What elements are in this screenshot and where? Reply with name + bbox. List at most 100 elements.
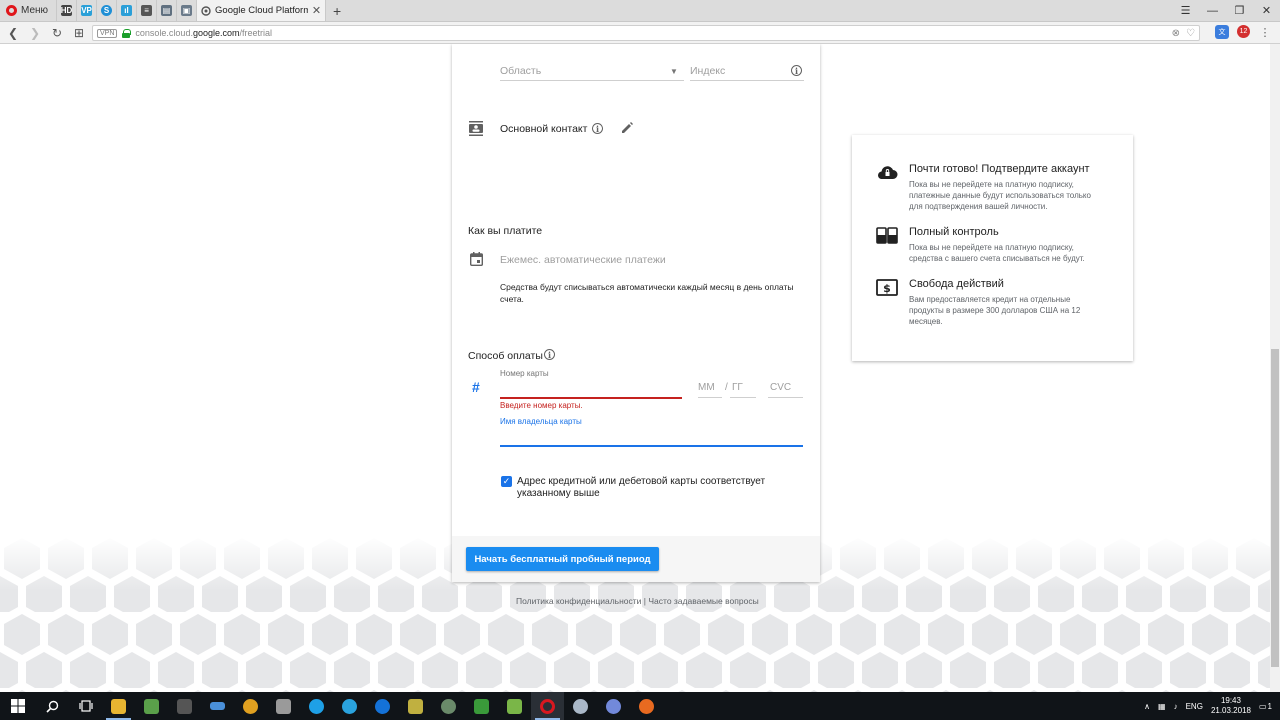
region-select[interactable]: Область	[500, 65, 541, 77]
minimize-icon[interactable]: —	[1199, 0, 1226, 21]
zip-info-icon[interactable]: i	[791, 65, 802, 76]
file-explorer-icon[interactable]	[102, 692, 135, 720]
notification-center-icon[interactable]: ▭ 1	[1259, 702, 1272, 711]
zip-input[interactable]: Индекс	[690, 65, 725, 77]
calculator-icon[interactable]	[168, 692, 201, 720]
tab-close-icon[interactable]: ✕	[312, 4, 321, 17]
cvc-input[interactable]: CVC	[770, 382, 791, 393]
card-number-error: Введите номер карты.	[500, 401, 583, 410]
payment-method-info-icon[interactable]: i	[544, 349, 555, 360]
card-number-input[interactable]	[500, 380, 682, 396]
year-underline	[730, 397, 756, 398]
xmind-icon[interactable]	[135, 692, 168, 720]
task-view-icon[interactable]	[69, 692, 102, 720]
tray-chevron-up-icon[interactable]: ∧	[1144, 702, 1150, 711]
adblock-icon[interactable]: 12	[1237, 25, 1250, 38]
window-controls: ☰ — ❐ ✕	[1172, 0, 1280, 21]
contact-info-icon[interactable]: i	[592, 123, 603, 134]
new-tab-button[interactable]: +	[326, 0, 348, 21]
expiry-year-input[interactable]: ГГ	[732, 382, 743, 393]
discord-icon[interactable]	[597, 692, 630, 720]
notification-count: 1	[1267, 701, 1272, 711]
start-free-trial-button[interactable]: Начать бесплатный пробный период	[466, 547, 659, 571]
search-icon[interactable]	[36, 692, 69, 720]
more-options-icon[interactable]: ⋮	[1258, 25, 1272, 39]
faq-link[interactable]: Часто задаваемые вопросы	[648, 596, 758, 606]
tab-menu-icon[interactable]: ☰	[1172, 0, 1199, 21]
dollar-bill-icon: $	[876, 279, 898, 296]
reload-icon[interactable]: ↻	[46, 26, 68, 40]
firefox-icon[interactable]	[630, 692, 663, 720]
url-prefix: console.cloud.	[135, 28, 193, 38]
system-tray: ∧ ▦ ♪ ENG 19:43 21.03.2018 ▭ 1	[1144, 696, 1280, 716]
back-icon[interactable]: ❮	[2, 26, 24, 40]
settings-app-icon[interactable]	[564, 692, 597, 720]
notepad-icon[interactable]	[498, 692, 531, 720]
page-scrollbar[interactable]	[1270, 44, 1280, 692]
pinned-tab[interactable]: ▣	[176, 0, 196, 21]
scrollbar-thumb[interactable]	[1271, 349, 1279, 667]
benefit-description: Пока вы не перейдете на платную подписку…	[909, 180, 1091, 211]
globe-app-icon[interactable]	[432, 692, 465, 720]
expiry-month-input[interactable]: ММ	[698, 382, 715, 393]
opera-taskbar-icon[interactable]	[531, 692, 564, 720]
vpn-badge[interactable]: VPN	[97, 28, 118, 38]
teamviewer-icon[interactable]	[366, 692, 399, 720]
vp-icon: VP	[81, 5, 93, 16]
pinned-tab[interactable]: ıl	[116, 0, 136, 21]
menu-label: Меню	[21, 5, 49, 16]
card-hash-icon: #	[472, 379, 480, 395]
pinned-tab[interactable]: HD	[56, 0, 76, 21]
cardholder-label: Имя владельца карты	[500, 417, 582, 426]
network-icon[interactable]: ▦	[1158, 702, 1166, 711]
edit-pencil-icon[interactable]	[621, 121, 634, 134]
windows-start-icon[interactable]	[0, 692, 36, 720]
cardholder-input[interactable]	[500, 428, 803, 444]
chrome-icon[interactable]	[234, 692, 267, 720]
snapshot-icon[interactable]: ⊗	[1172, 28, 1180, 39]
expiry-slash: /	[725, 382, 728, 393]
printer-icon: ▤	[161, 5, 173, 16]
image-icon: ▣	[181, 5, 193, 16]
url-field[interactable]: VPN console.cloud. google.com/freetrial ⊗…	[92, 25, 1200, 41]
bookmark-heart-icon[interactable]: ♡	[1186, 28, 1195, 39]
benefit-description: Пока вы не перейдете на платную подписку…	[909, 243, 1085, 263]
close-window-icon[interactable]: ✕	[1253, 0, 1280, 21]
payment-note: Средства будут списываться автоматически…	[500, 282, 794, 304]
restore-icon[interactable]: ❐	[1226, 0, 1253, 21]
url-path: /freetrial	[239, 28, 272, 38]
primary-contact-label: Основной контакт	[500, 123, 588, 135]
telegram-icon[interactable]	[333, 692, 366, 720]
card-number-label: Номер карты	[500, 369, 549, 378]
system-clock[interactable]: 19:43 21.03.2018	[1211, 696, 1251, 716]
address-match-checkbox[interactable]: ✓	[501, 476, 512, 487]
cvc-underline	[768, 397, 803, 398]
payment-type-field[interactable]: Ежемес. автоматические платежи	[500, 254, 666, 266]
house-app-icon[interactable]	[465, 692, 498, 720]
clock-time: 19:43	[1220, 696, 1241, 705]
svg-text:$: $	[883, 282, 891, 295]
benefit-description: Вам предоставляется кредит на отдельные …	[909, 295, 1081, 326]
input-language[interactable]: ENG	[1186, 702, 1203, 711]
browser-address-bar: ❮ ❯ ↻ ⊞ VPN console.cloud. google.com/fre…	[0, 22, 1280, 44]
pinned-tab[interactable]: ▤	[156, 0, 176, 21]
privacy-policy-link[interactable]: Политика конфиденциальности	[516, 596, 641, 606]
speed-dial-icon[interactable]: ⊞	[68, 26, 90, 40]
extension-icons: 文 12 ⋮	[1215, 25, 1272, 39]
form-footer: Начать бесплатный пробный период	[452, 536, 820, 582]
page-footer-links: Политика конфиденциальности | Часто зада…	[516, 596, 759, 606]
volume-icon[interactable]: ♪	[1174, 702, 1178, 711]
skype-icon[interactable]	[300, 692, 333, 720]
active-tab[interactable]: Google Cloud Platform – C ✕	[196, 0, 327, 21]
forward-icon[interactable]: ❯	[24, 26, 46, 40]
pinned-tab[interactable]: VP	[76, 0, 96, 21]
dropdown-arrow-icon[interactable]: ▼	[670, 67, 678, 76]
tool-icon[interactable]	[267, 692, 300, 720]
scanner-icon[interactable]	[201, 692, 234, 720]
translate-icon[interactable]: 文	[1215, 25, 1229, 39]
pinned-tab[interactable]: ≡	[136, 0, 156, 21]
star-app-icon[interactable]	[399, 692, 432, 720]
pinned-tab[interactable]: S	[96, 0, 116, 21]
billing-form-card: Область ▼ Индекс i Основной контакт i Ка…	[452, 44, 820, 582]
opera-menu-button[interactable]: Меню	[0, 0, 56, 21]
